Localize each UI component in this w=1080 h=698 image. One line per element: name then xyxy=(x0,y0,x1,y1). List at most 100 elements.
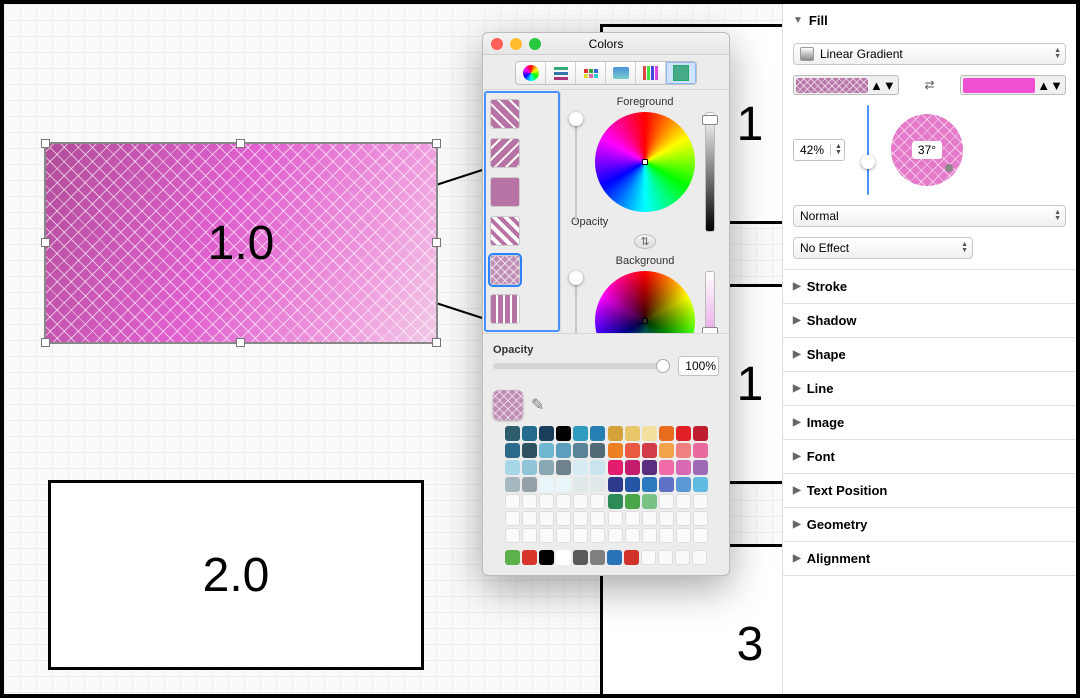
palette-cell[interactable] xyxy=(505,494,520,509)
palette-cell[interactable] xyxy=(556,511,571,526)
canvas-shape-2[interactable]: 2.0 xyxy=(48,480,424,670)
eyedropper-icon[interactable]: ✎ xyxy=(531,395,544,415)
palette-cell[interactable] xyxy=(573,460,588,475)
palette-cell[interactable] xyxy=(573,494,588,509)
palette-cell[interactable] xyxy=(522,443,537,458)
resize-handle-se[interactable] xyxy=(432,338,441,347)
palette-cell[interactable] xyxy=(676,511,691,526)
palette-cell[interactable] xyxy=(693,511,708,526)
opacity-field[interactable]: 100% xyxy=(678,356,719,376)
palette-cell[interactable] xyxy=(659,460,674,475)
palette-cell[interactable] xyxy=(642,477,657,492)
palette-cell[interactable] xyxy=(539,528,554,543)
palette-cell[interactable] xyxy=(642,426,657,441)
pattern-swatch[interactable] xyxy=(490,177,520,207)
resize-handle-nw[interactable] xyxy=(41,139,50,148)
stop-position-stepper[interactable]: 42% ▲▼ xyxy=(793,139,845,161)
palette-cell[interactable] xyxy=(522,528,537,543)
palette-cell[interactable] xyxy=(505,550,520,565)
section-header-fill[interactable]: ▼ Fill xyxy=(783,4,1076,37)
palette-grid-bottom[interactable] xyxy=(505,550,707,565)
bg-brightness-bar[interactable] xyxy=(705,271,715,333)
angle-handle[interactable] xyxy=(945,164,953,172)
palette-cell[interactable] xyxy=(573,550,588,565)
palette-cell[interactable] xyxy=(522,550,537,565)
palette-cell[interactable] xyxy=(608,426,623,441)
palette-cell[interactable] xyxy=(693,494,708,509)
window-titlebar[interactable]: Colors xyxy=(483,33,729,55)
colors-window[interactable]: Colors xyxy=(482,32,730,576)
palette-cell[interactable] xyxy=(659,477,674,492)
palette-cell[interactable] xyxy=(625,477,640,492)
minimize-button[interactable] xyxy=(510,38,522,50)
palette-cell[interactable] xyxy=(693,460,708,475)
resize-handle-s[interactable] xyxy=(236,338,245,347)
palette-cell[interactable] xyxy=(590,443,605,458)
section-header-font[interactable]: ▶Font xyxy=(783,440,1076,473)
palette-cell[interactable] xyxy=(505,511,520,526)
palette-cell[interactable] xyxy=(522,460,537,475)
palette-cell[interactable] xyxy=(573,528,588,543)
palette-cell[interactable] xyxy=(573,477,588,492)
palette-cell[interactable] xyxy=(539,460,554,475)
pattern-swatch[interactable] xyxy=(490,138,520,168)
bg-opacity-slider[interactable] xyxy=(569,271,583,333)
resize-handle-n[interactable] xyxy=(236,139,245,148)
fg-opacity-slider[interactable] xyxy=(569,112,583,222)
section-header-shape[interactable]: ▶Shape xyxy=(783,338,1076,371)
palette-cell[interactable] xyxy=(608,494,623,509)
palette-cell[interactable] xyxy=(607,550,622,565)
canvas-shape-1-selected[interactable]: 1.0 xyxy=(44,142,438,344)
foreground-color-wheel[interactable] xyxy=(595,112,695,212)
mode-palettes-button[interactable] xyxy=(576,62,606,84)
palette-cell[interactable] xyxy=(505,443,520,458)
palette-cell[interactable] xyxy=(590,550,605,565)
palette-cell[interactable] xyxy=(625,460,640,475)
resize-handle-e[interactable] xyxy=(432,238,441,247)
palette-cell[interactable] xyxy=(573,426,588,441)
palette-cell[interactable] xyxy=(658,550,673,565)
palette-cell[interactable] xyxy=(693,477,708,492)
palette-cell[interactable] xyxy=(625,443,640,458)
palette-cell[interactable] xyxy=(590,528,605,543)
resize-handle-ne[interactable] xyxy=(432,139,441,148)
palette-grid-left[interactable] xyxy=(505,426,605,543)
palette-cell[interactable] xyxy=(625,511,640,526)
pattern-list[interactable] xyxy=(483,90,561,333)
fg-brightness-bar[interactable] xyxy=(705,112,715,232)
palette-cell[interactable] xyxy=(608,460,623,475)
palette-cell[interactable] xyxy=(675,550,690,565)
palette-cell[interactable] xyxy=(625,426,640,441)
palette-cell[interactable] xyxy=(659,443,674,458)
palette-cell[interactable] xyxy=(556,443,571,458)
palette-cell[interactable] xyxy=(590,477,605,492)
palette-cell[interactable] xyxy=(539,511,554,526)
palette-cell[interactable] xyxy=(522,494,537,509)
palette-cell[interactable] xyxy=(590,426,605,441)
wheel-cursor[interactable] xyxy=(642,159,648,165)
palette-cell[interactable] xyxy=(642,443,657,458)
angle-wheel[interactable]: 37° xyxy=(891,114,963,186)
mode-sliders-button[interactable] xyxy=(546,62,576,84)
mode-pattern-button[interactable] xyxy=(666,62,696,84)
palette-cell[interactable] xyxy=(693,426,708,441)
fill-effect-select[interactable]: No Effect ▲▼ xyxy=(793,237,973,259)
palette-cell[interactable] xyxy=(676,528,691,543)
background-color-wheel[interactable] xyxy=(595,271,695,333)
gradient-color-b-well[interactable]: ▲▼ xyxy=(960,75,1066,95)
section-header-alignment[interactable]: ▶Alignment xyxy=(783,542,1076,575)
palette-cell[interactable] xyxy=(642,528,657,543)
palette-cell[interactable] xyxy=(590,511,605,526)
section-header-image[interactable]: ▶Image xyxy=(783,406,1076,439)
mode-wheel-button[interactable] xyxy=(516,62,546,84)
section-header-text-position[interactable]: ▶Text Position xyxy=(783,474,1076,507)
palette-cell[interactable] xyxy=(556,426,571,441)
palette-cell[interactable] xyxy=(659,426,674,441)
palette-cell[interactable] xyxy=(556,494,571,509)
pattern-swatch[interactable] xyxy=(490,294,520,324)
palette-cell[interactable] xyxy=(693,443,708,458)
link-fg-bg-button[interactable]: ⇅ xyxy=(634,234,656,249)
palette-cell[interactable] xyxy=(641,550,656,565)
palette-cell[interactable] xyxy=(556,477,571,492)
section-header-geometry[interactable]: ▶Geometry xyxy=(783,508,1076,541)
